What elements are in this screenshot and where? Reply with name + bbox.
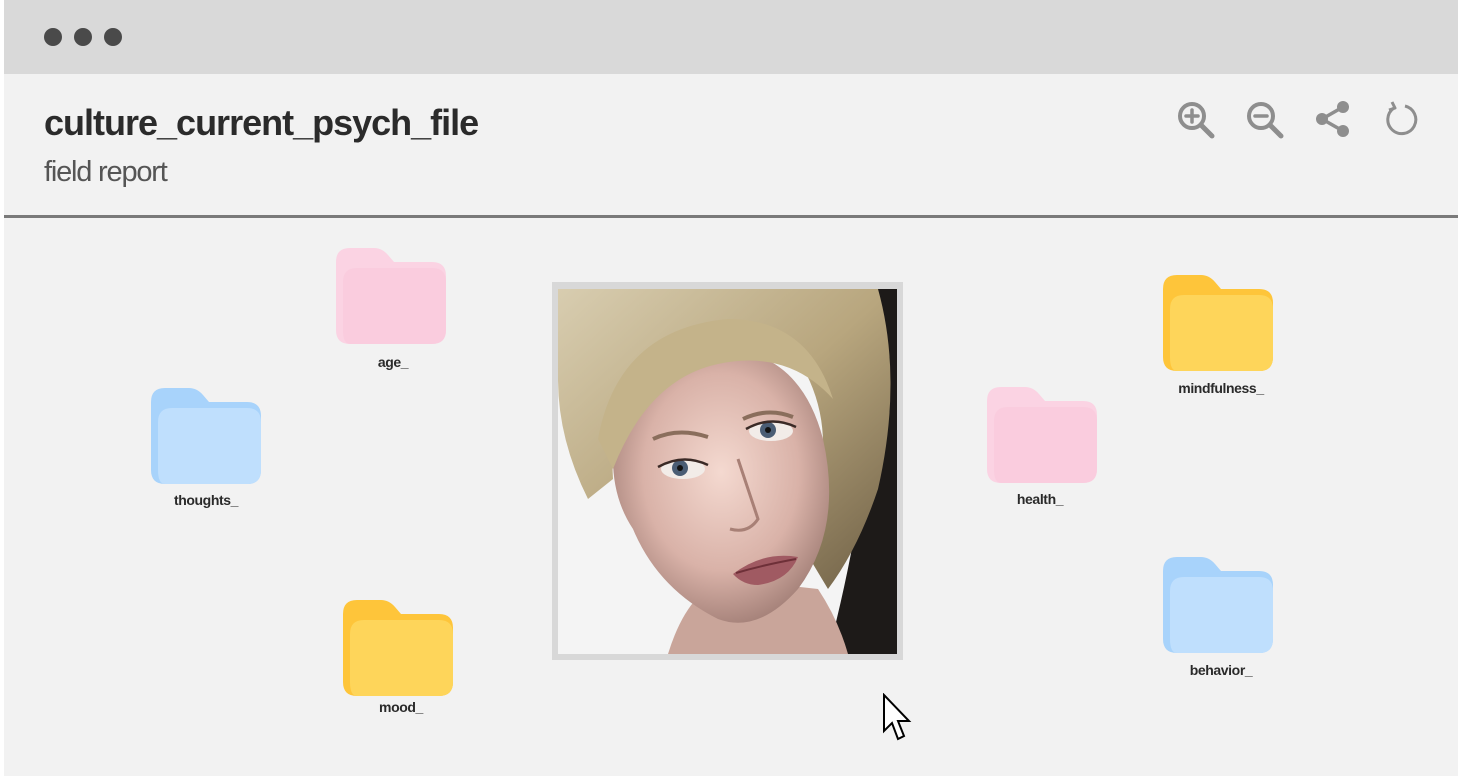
folder-label-mindfulness: mindfulness_ — [1178, 380, 1264, 396]
window-control-dot[interactable] — [104, 28, 122, 46]
portrait-image — [558, 289, 897, 654]
app-window: culture_current_psych_file field report — [4, 0, 1458, 776]
portrait-photo[interactable] — [558, 289, 897, 654]
folder-health[interactable] — [987, 387, 1097, 483]
zoom-in-button[interactable] — [1174, 98, 1216, 140]
window-control-dot[interactable] — [74, 28, 92, 46]
folder-icon — [987, 387, 1097, 483]
folder-label-age: age_ — [377, 354, 409, 370]
folder-icon — [1163, 557, 1273, 653]
folder-icon — [151, 388, 261, 484]
mouse-cursor-icon — [883, 693, 912, 741]
folder-icon — [343, 600, 453, 696]
folder-age[interactable] — [336, 248, 446, 344]
zoom-out-icon — [1247, 102, 1284, 139]
folder-label-mood: mood_ — [379, 699, 423, 715]
folder-mindfulness[interactable] — [1163, 275, 1273, 371]
window-control-dot[interactable] — [44, 28, 62, 46]
zoom-out-button[interactable] — [1243, 98, 1285, 140]
folder-icon — [1163, 275, 1273, 371]
share-icon — [1316, 101, 1349, 137]
folder-label-behavior: behavior_ — [1189, 662, 1253, 678]
window-titlebar — [4, 0, 1458, 74]
page-subtitle: field report — [44, 156, 168, 188]
photo-frame — [552, 282, 903, 660]
folder-label-thoughts: thoughts_ — [173, 492, 239, 508]
folder-thoughts[interactable] — [151, 388, 261, 484]
folder-mood[interactable] — [343, 600, 453, 696]
share-button[interactable] — [1312, 98, 1354, 140]
zoom-in-icon — [1178, 102, 1215, 139]
folder-behavior[interactable] — [1163, 557, 1273, 653]
header-divider — [4, 215, 1458, 218]
folder-icon — [336, 248, 446, 344]
refresh-icon — [1386, 101, 1418, 136]
folder-label-health: health_ — [1016, 491, 1064, 507]
page-title: culture_current_psych_file — [44, 102, 479, 143]
refresh-button[interactable] — [1378, 98, 1420, 140]
